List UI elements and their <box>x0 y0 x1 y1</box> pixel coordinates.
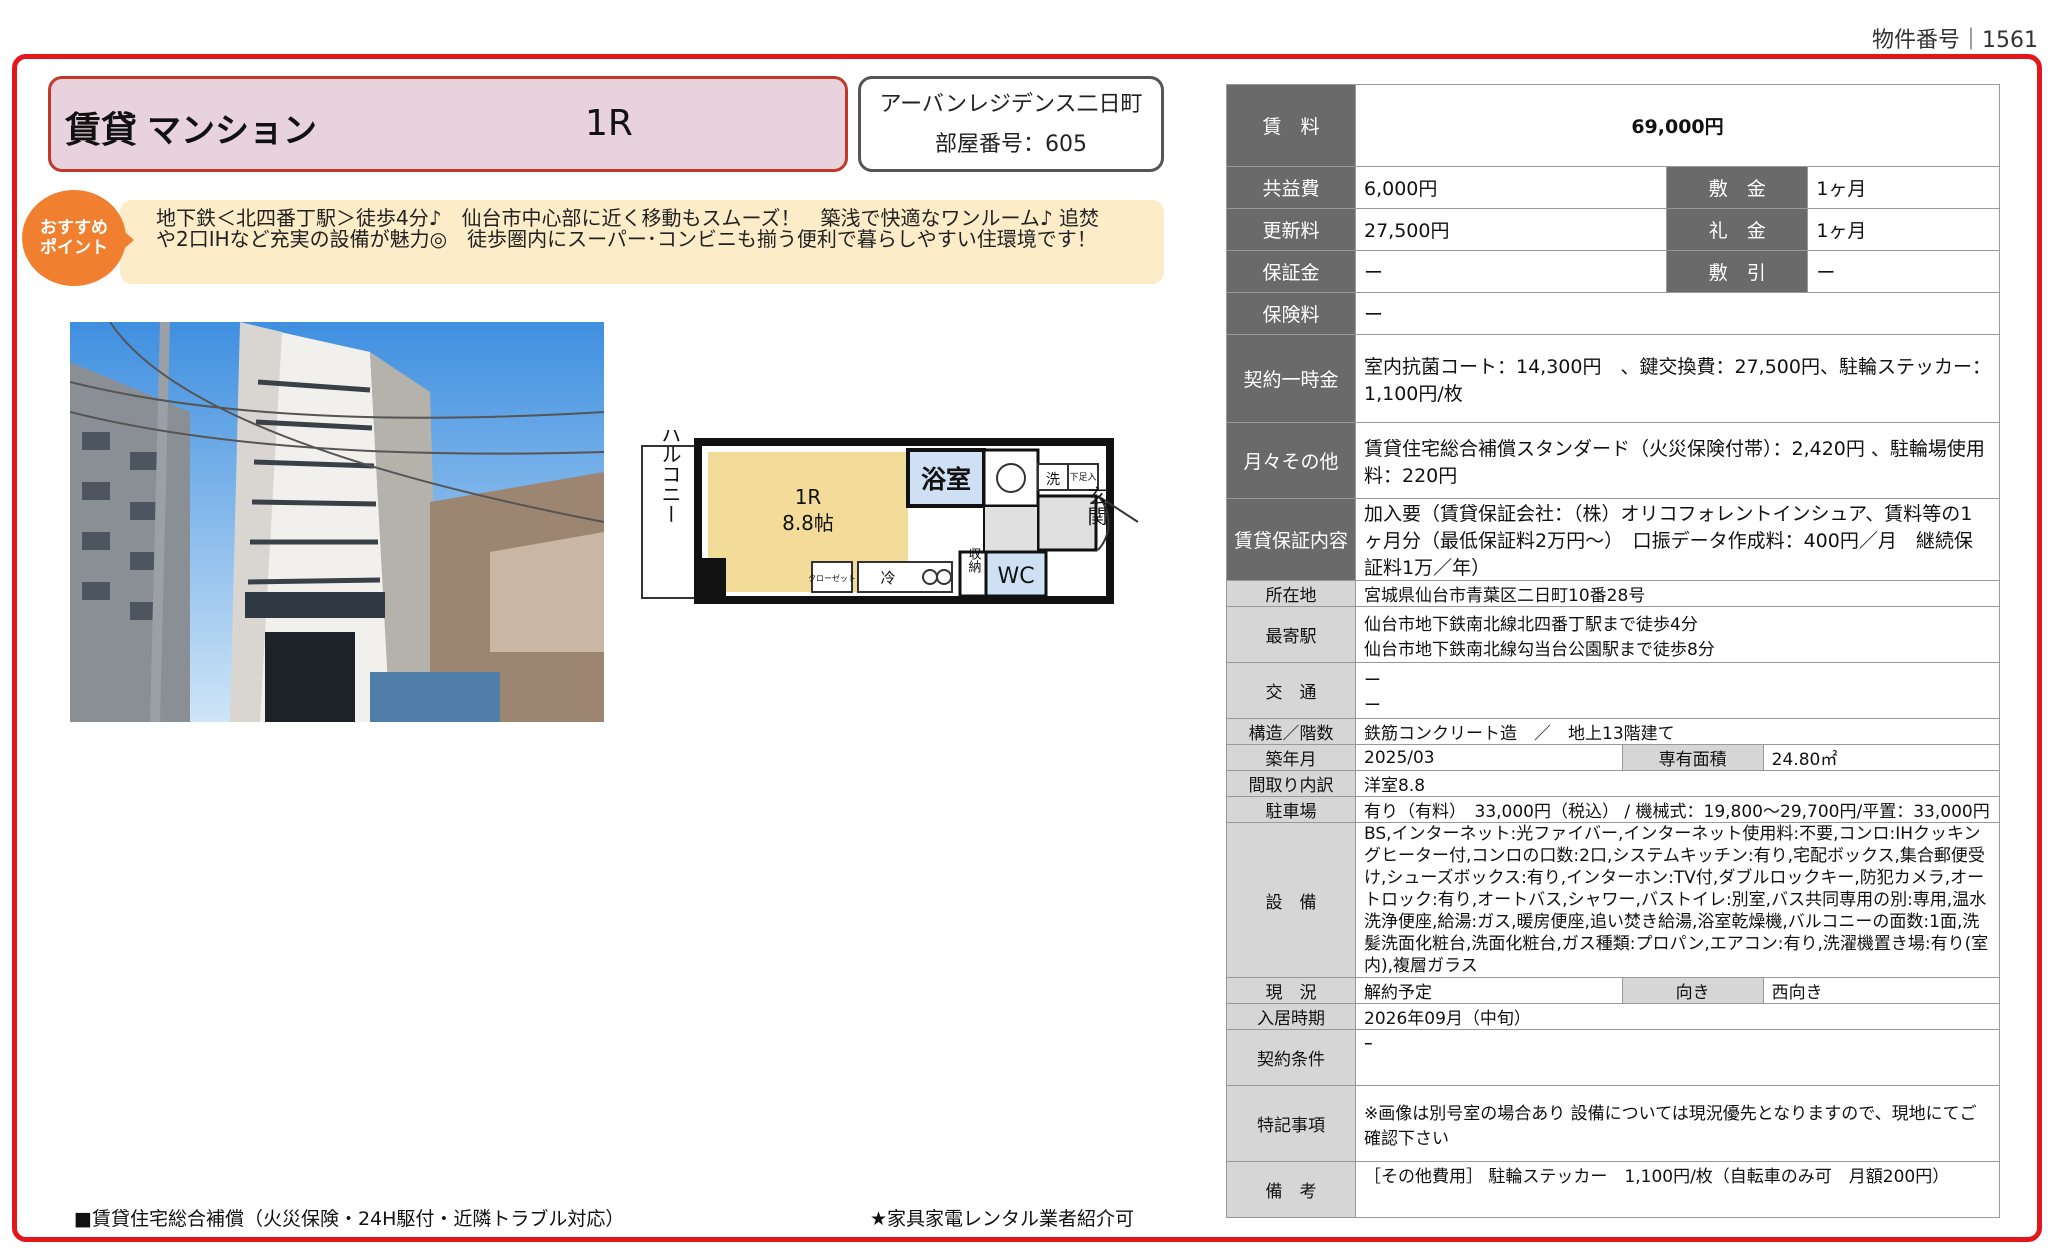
listing-type-box: 賃貸 マンション 1R <box>48 76 848 172</box>
transport-value-1: ー <box>1364 670 1381 691</box>
remarks-label: 備 考 <box>1226 1161 1356 1218</box>
deposit-value: 1ヶ月 <box>1807 166 2000 209</box>
floor-plan-bath: 浴室 <box>921 465 971 494</box>
special-value: ※画像は別号室の場合あり 設備については現況優先となりますので、現地にてご確認下… <box>1355 1085 2000 1162</box>
recommend-badge-line1: おすすめ <box>40 218 108 238</box>
guarantee-value: ー <box>1354 250 1668 293</box>
renewal-fee-value: 27,500円 <box>1354 208 1668 251</box>
renewal-fee-label: 更新料 <box>1226 208 1356 251</box>
monthly-other-label: 月々その他 <box>1226 422 1356 499</box>
footer-rental-note: ★家具家電レンタル業者紹介可 <box>870 1208 1135 1230</box>
floor-plan-room-type: 1R <box>795 485 822 509</box>
structure-label: 構造／階数 <box>1226 718 1356 745</box>
common-fee-label: 共益費 <box>1226 166 1356 209</box>
building-name: アーバンレジデンス二日町 <box>879 92 1143 117</box>
floor-plan-washer: 洗 <box>1046 472 1060 488</box>
direction-label: 向き <box>1621 977 1764 1004</box>
guarantee-label: 保証金 <box>1226 250 1356 293</box>
station-value-1: 仙台市地下鉄南北線北四番丁駅まで徒歩4分 <box>1364 614 1698 635</box>
built-value: 2025/03 <box>1355 744 1623 771</box>
listing-type-rent: 賃貸 <box>65 110 138 151</box>
listing-type: 賃貸 マンション <box>65 101 317 153</box>
transport-label: 交 通 <box>1226 662 1356 719</box>
rooms-label: 間取り内訳 <box>1226 770 1356 797</box>
common-fee-value: 6,000円 <box>1354 166 1668 209</box>
property-info-table: 所在地 宮城県仙台市青葉区二日町10番28号 最寄駅 仙台市地下鉄南北線北四番丁… <box>1226 580 2001 1218</box>
area-value: 24.80㎡ <box>1762 744 2001 771</box>
floor-plan-balcony: バルコニー <box>658 430 682 524</box>
structure-value: 鉄筋コンクリート造 ／ 地上13階建て <box>1355 718 2000 745</box>
conditions-value: ｰ <box>1355 1029 2000 1086</box>
guarantor-label: 賃貸保証内容 <box>1226 498 1356 581</box>
parking-value: 有り（有料） 33,000円（税込） / 機械式：19,800～29,700円/… <box>1355 796 2000 823</box>
key-money-value: 1ヶ月 <box>1807 208 2000 251</box>
guarantor-value: 加入要（賃貸保証会社：（株）オリコフォレントインシュア、賃料等の1ヶ月分（最低保… <box>1355 498 2000 581</box>
movein-value: 2026年09月（中旬） <box>1355 1003 2000 1030</box>
floor-plan-room-size: 8.8帖 <box>782 511 834 535</box>
rooms-value: 洋室8.8 <box>1355 770 2000 797</box>
deduction-label: 敷 引 <box>1666 250 1809 293</box>
special-label: 特記事項 <box>1226 1085 1356 1162</box>
floor-plan: バルコニー 1R 8.8帖 浴室 洗 下足入 玄関 収納 WC クローゼット 冷 <box>641 430 1139 604</box>
building-photo <box>70 322 604 722</box>
rent-table: 賃 料 69,000円 共益費 6,000円 敷 金 1ヶ月 更新料 27,50… <box>1226 84 2000 581</box>
rent-label: 賃 料 <box>1226 84 1356 167</box>
recommend-text: 地下鉄＜北四番丁駅＞徒歩4分♪ 仙台市中心部に近く移動もスムーズ！ 築浅で快適な… <box>156 206 1100 251</box>
equipment-label: 設 備 <box>1226 822 1356 978</box>
transport-value-2: ー <box>1364 695 1381 716</box>
onetime-fee-value: 室内抗菌コート：14,300円 、鍵交換費：27,500円、駐輪ステッカー：1,… <box>1355 334 2000 423</box>
conditions-label: 契約条件 <box>1226 1029 1356 1086</box>
recommend-badge: おすすめ ポイント <box>22 190 126 286</box>
footer-insurance-note: ■賃貸住宅総合補償（火災保険・24H駆付・近隣トラブル対応） <box>74 1208 625 1230</box>
address-value: 宮城県仙台市青葉区二日町10番28号 <box>1355 580 2000 607</box>
floor-plan-entrance: 玄関 <box>1084 486 1108 526</box>
direction-value: 西向き <box>1762 977 2001 1004</box>
address-label: 所在地 <box>1226 580 1356 607</box>
deposit-label: 敷 金 <box>1666 166 1809 209</box>
monthly-other-value: 賃貸住宅総合補償スタンダード（火災保険付帯）：2,420円 、駐輪場使用料：22… <box>1355 422 2000 499</box>
listing-type-kind: マンション <box>147 111 318 151</box>
station-value-2: 仙台市地下鉄南北線勾当台公園駅まで徒歩8分 <box>1364 639 1715 660</box>
area-label: 専有面積 <box>1621 744 1764 771</box>
room-number: 部屋番号：605 <box>935 132 1087 157</box>
remarks-value: ［その他費用］ 駐輪ステッカー 1,100円/枚（自転車のみ可 月額200円） <box>1355 1161 2000 1218</box>
deduction-value: ー <box>1807 250 2000 293</box>
key-money-label: 礼 金 <box>1666 208 1809 251</box>
parking-label: 駐車場 <box>1226 796 1356 823</box>
floor-plan-shoe-box: 下足入 <box>1069 472 1096 483</box>
status-label: 現 況 <box>1226 977 1356 1004</box>
equipment-value: BS,インターネット:光ファイバー,インターネット使用料:不要,コンロ:IHクッ… <box>1355 822 2000 978</box>
layout-type: 1R <box>585 103 633 144</box>
floor-plan-storage: 収納 <box>966 547 982 574</box>
building-name-box: アーバンレジデンス二日町 部屋番号：605 <box>858 76 1164 172</box>
onetime-fee-label: 契約一時金 <box>1226 334 1356 423</box>
built-label: 築年月 <box>1226 744 1356 771</box>
insurance-value: ー <box>1355 292 2000 335</box>
station-label: 最寄駅 <box>1226 606 1356 663</box>
insurance-label: 保険料 <box>1226 292 1356 335</box>
floor-plan-fridge: 冷 <box>880 569 895 587</box>
recommend-badge-line2: ポイント <box>40 238 108 258</box>
floor-plan-closet: クローゼット <box>808 573 856 583</box>
rent-value: 69,000円 <box>1355 84 2000 167</box>
status-value: 解約予定 <box>1355 977 1623 1004</box>
movein-label: 入居時期 <box>1226 1003 1356 1030</box>
floor-plan-wc: WC <box>997 564 1034 589</box>
property-number: 物件番号｜1561 <box>1872 28 2038 53</box>
